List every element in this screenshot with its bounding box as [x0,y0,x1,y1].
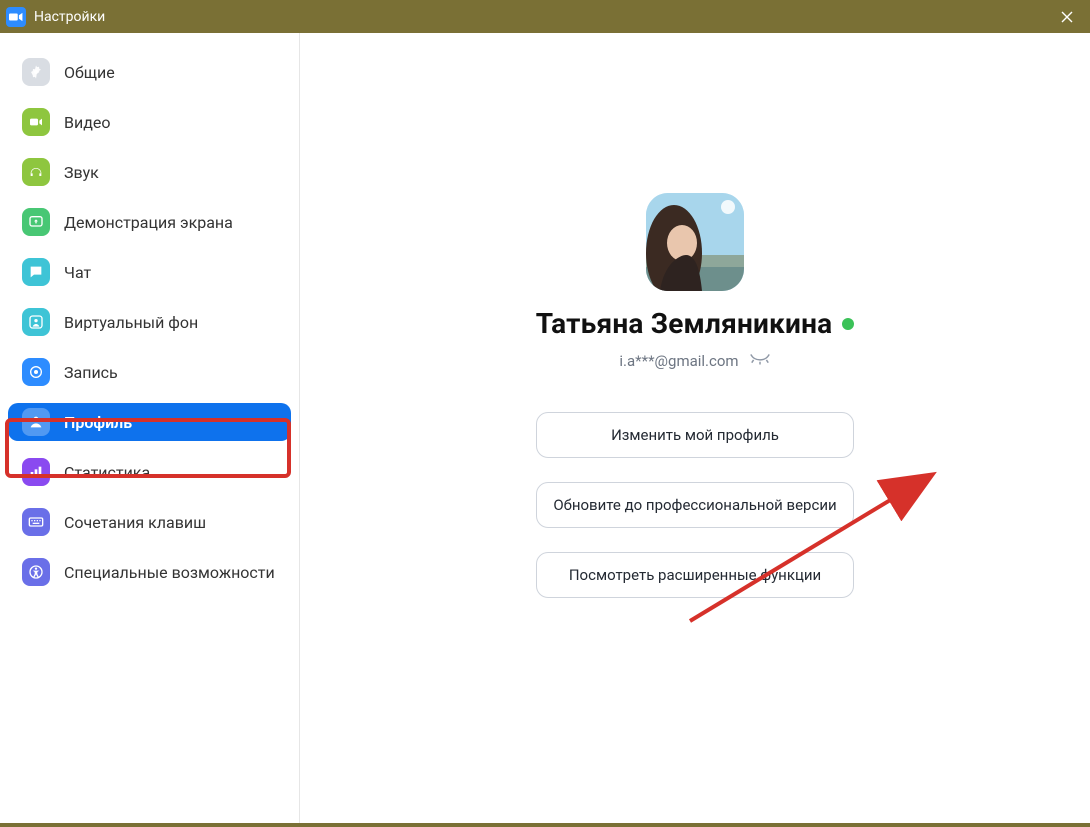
virtual-background-icon [22,308,50,336]
sidebar-item-label: Виртуальный фон [64,313,198,332]
headphones-icon [22,158,50,186]
profile-name: Татьяна Земляникина [536,307,833,340]
sidebar-item-keyboard-shortcuts[interactable]: Сочетания клавиш [8,503,291,541]
video-icon [22,108,50,136]
sidebar-item-accessibility[interactable]: Специальные возможности [8,553,291,591]
sidebar-item-label: Сочетания клавиш [64,513,206,532]
keyboard-icon [22,508,50,536]
sidebar-item-label: Профиль [64,413,132,432]
settings-window: Настройки Общие Видео Зв [0,0,1090,827]
upgrade-button[interactable]: Обновите до профессиональной версии [536,482,854,528]
advanced-features-button[interactable]: Посмотреть расширенные функции [536,552,854,598]
accessibility-icon [22,558,50,586]
profile-email-row: i.a***@gmail.com [619,352,770,370]
zoom-app-icon [6,7,26,27]
gear-icon [22,58,50,86]
avatar[interactable] [646,193,744,291]
sidebar-item-label: Общие [64,63,115,82]
status-online-icon [842,318,854,330]
sidebar: Общие Видео Звук Демонстрация экрана [0,33,300,823]
person-icon [22,408,50,436]
chat-icon [22,258,50,286]
sidebar-item-label: Звук [64,163,99,182]
window-body: Общие Видео Звук Демонстрация экрана [0,33,1090,827]
sidebar-item-virtual-background[interactable]: Виртуальный фон [8,303,291,341]
sidebar-item-label: Видео [64,113,110,132]
edit-profile-button[interactable]: Изменить мой профиль [536,412,854,458]
sidebar-item-profile[interactable]: Профиль [8,403,291,441]
sidebar-item-label: Статистика [64,463,150,482]
profile-email: i.a***@gmail.com [619,352,738,370]
titlebar: Настройки [0,0,1090,33]
sidebar-item-statistics[interactable]: Статистика [8,453,291,491]
sidebar-item-label: Демонстрация экрана [64,213,233,232]
statistics-icon [22,458,50,486]
sidebar-item-label: Запись [64,363,118,382]
sidebar-item-recording[interactable]: Запись [8,353,291,391]
profile-panel: Татьяна Земляникина i.a***@gmail.com Изм… [300,33,1090,823]
close-button[interactable] [1044,0,1090,33]
sidebar-item-audio[interactable]: Звук [8,153,291,191]
share-screen-icon [22,208,50,236]
record-icon [22,358,50,386]
sidebar-item-label: Чат [64,263,91,282]
sidebar-item-general[interactable]: Общие [8,53,291,91]
sidebar-item-chat[interactable]: Чат [8,253,291,291]
sidebar-item-label: Специальные возможности [64,563,275,582]
window-title: Настройки [34,9,105,25]
eye-off-icon[interactable] [749,352,771,370]
sidebar-item-share-screen[interactable]: Демонстрация экрана [8,203,291,241]
profile-name-row: Татьяна Земляникина [536,307,855,340]
sidebar-item-video[interactable]: Видео [8,103,291,141]
